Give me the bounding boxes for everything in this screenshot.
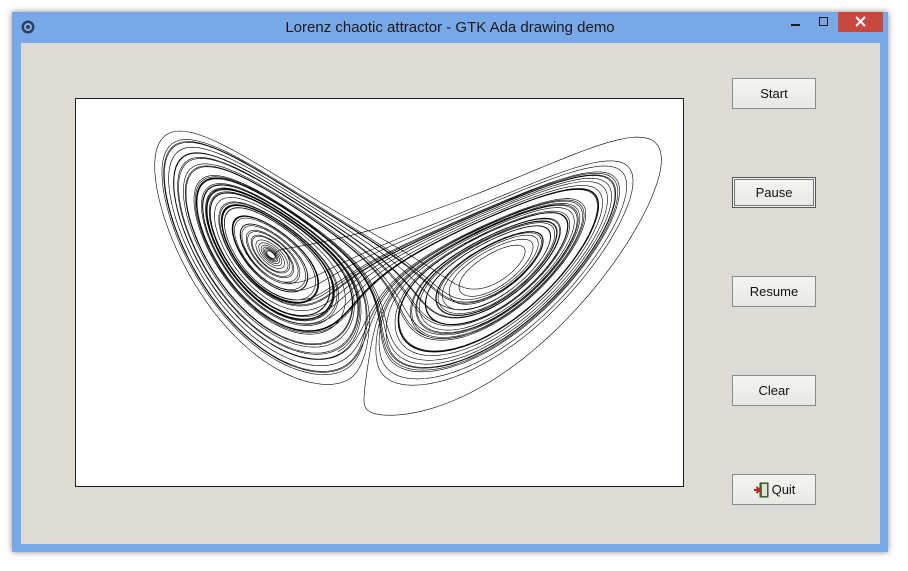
- resume-button[interactable]: Resume: [732, 276, 816, 307]
- exit-door-icon: [753, 482, 769, 498]
- minimize-button[interactable]: [782, 12, 810, 32]
- clear-button[interactable]: Clear: [732, 375, 816, 406]
- quit-button[interactable]: Quit: [732, 474, 816, 505]
- close-button[interactable]: [838, 12, 883, 32]
- client-area: Start Pause Resume Clear Quit: [21, 43, 880, 544]
- minimize-icon: [791, 15, 801, 30]
- start-button-label: Start: [760, 86, 788, 101]
- start-button[interactable]: Start: [732, 78, 816, 109]
- lorenz-attractor-plot: [154, 130, 662, 416]
- maximize-icon: [819, 15, 829, 30]
- gear-icon[interactable]: [20, 19, 36, 35]
- quit-button-label: Quit: [771, 482, 796, 497]
- clear-button-label: Clear: [758, 383, 790, 398]
- drawing-area[interactable]: [75, 98, 684, 487]
- attractor-trace: [154, 130, 662, 416]
- resume-button-label: Resume: [749, 284, 799, 299]
- title-bar[interactable]: Lorenz chaotic attractor - GTK Ada drawi…: [12, 12, 888, 43]
- app-window: Lorenz chaotic attractor - GTK Ada drawi…: [12, 12, 888, 552]
- pause-button-label: Pause: [755, 185, 793, 200]
- close-icon: [855, 14, 866, 30]
- window-title: Lorenz chaotic attractor - GTK Ada drawi…: [285, 19, 615, 36]
- pause-button[interactable]: Pause: [732, 177, 816, 208]
- maximize-button[interactable]: [810, 12, 838, 32]
